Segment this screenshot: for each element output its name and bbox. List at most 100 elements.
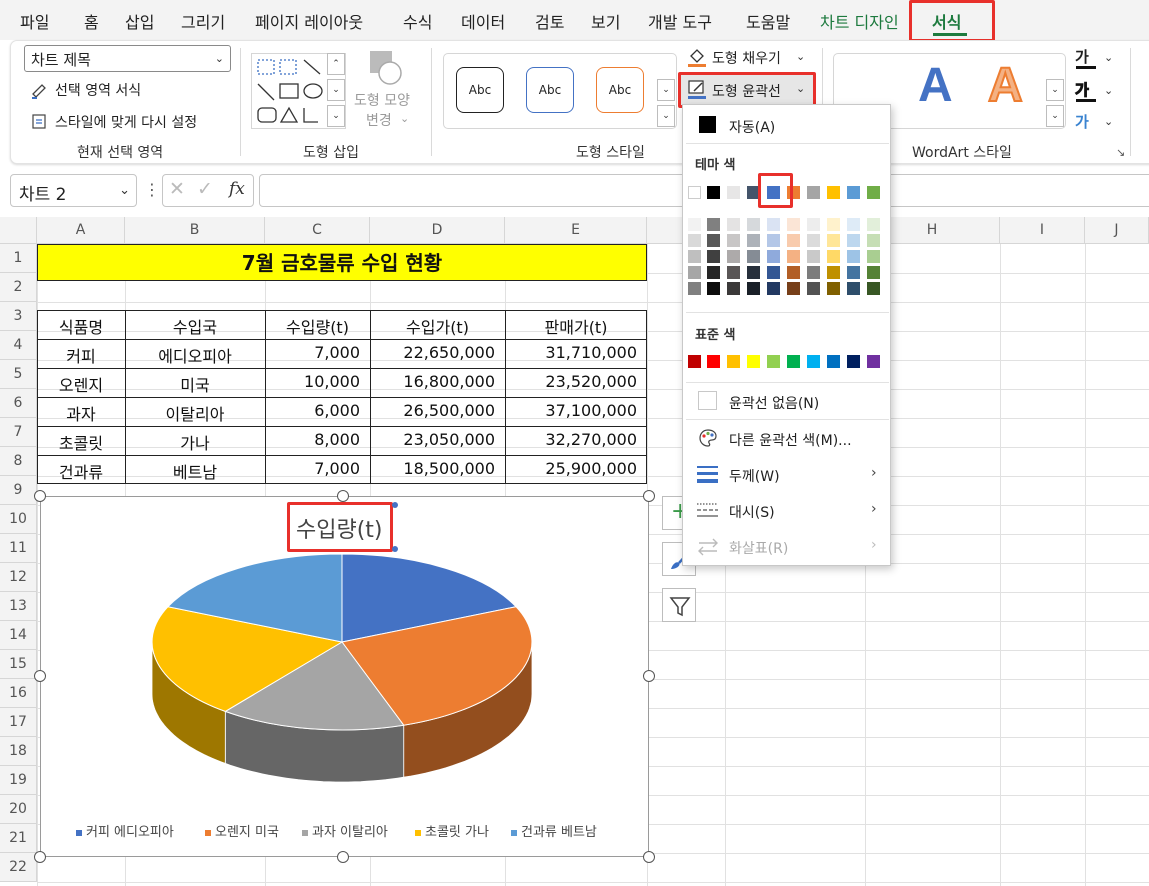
tab-insert[interactable]: 삽입 (125, 9, 154, 33)
resize-handle[interactable] (337, 851, 349, 863)
theme-shade-swatch[interactable] (867, 250, 880, 263)
column-header[interactable]: I (1000, 217, 1085, 244)
theme-shade-swatch[interactable] (767, 282, 780, 295)
legend-entry[interactable]: 커피 에디오피아 (76, 821, 174, 840)
theme-shade-swatch[interactable] (867, 234, 880, 247)
wordart-option-3[interactable]: A (987, 61, 1024, 111)
column-header[interactable]: J (1085, 217, 1149, 244)
name-box[interactable]: 차트 2 ⌄ (10, 174, 137, 207)
row-header[interactable]: 1 (0, 244, 37, 273)
resize-handle[interactable] (34, 851, 46, 863)
shape-styles-gallery[interactable]: Abc Abc Abc ⌄ ⌄ (443, 53, 677, 129)
theme-shade-swatch[interactable] (787, 234, 800, 247)
tab-chart-design[interactable]: 차트 디자인 (820, 9, 899, 33)
theme-shade-swatch[interactable] (827, 266, 840, 279)
row-header[interactable]: 22 (0, 853, 37, 882)
standard-color-swatch[interactable] (867, 355, 880, 368)
standard-color-swatch[interactable] (727, 355, 740, 368)
row-header[interactable]: 10 (0, 505, 37, 534)
gallery-scroll-down[interactable]: ⌄ (1046, 79, 1064, 101)
theme-shade-swatch[interactable] (688, 234, 701, 247)
tab-file[interactable]: 파일 (20, 9, 49, 33)
column-header[interactable]: E (505, 217, 647, 244)
select-all-corner[interactable] (0, 217, 37, 244)
format-selection-button[interactable]: 선택 영역 서식 (55, 80, 141, 100)
theme-shade-swatch[interactable] (847, 250, 860, 263)
theme-shade-swatch[interactable] (787, 282, 800, 295)
text-outline-button[interactable]: 가 (1075, 79, 1099, 102)
gallery-scroll-up[interactable]: ⌃ (327, 53, 345, 75)
resize-handle[interactable] (643, 490, 655, 502)
tab-home[interactable]: 홈 (84, 9, 99, 33)
theme-shade-swatch[interactable] (727, 234, 740, 247)
theme-shade-swatch[interactable] (727, 282, 740, 295)
theme-shade-swatch[interactable] (747, 266, 760, 279)
row-header[interactable]: 11 (0, 534, 37, 563)
theme-shade-swatch[interactable] (688, 282, 701, 295)
row-header[interactable]: 17 (0, 708, 37, 737)
theme-shade-swatch[interactable] (827, 282, 840, 295)
sheet-title-cell[interactable]: 7월 금호물류 수입 현황 (37, 244, 647, 281)
row-header[interactable]: 12 (0, 563, 37, 592)
row-header[interactable]: 15 (0, 650, 37, 679)
row-header[interactable]: 8 (0, 447, 37, 476)
chart-filters-button[interactable] (662, 588, 696, 622)
theme-shade-swatch[interactable] (747, 250, 760, 263)
text-effects-button[interactable]: 가 (1075, 111, 1099, 133)
theme-shade-swatch[interactable] (747, 218, 760, 231)
dialog-launcher-icon[interactable]: ↘ (1116, 146, 1125, 159)
menu-item-dashes[interactable]: 대시(S) (729, 502, 775, 522)
theme-color-swatch[interactable] (807, 186, 820, 199)
row-header[interactable]: 6 (0, 389, 37, 418)
row-header[interactable]: 13 (0, 592, 37, 621)
row-header[interactable]: 9 (0, 476, 37, 505)
tab-page-layout[interactable]: 페이지 레이아웃 (255, 9, 363, 33)
theme-shade-swatch[interactable] (767, 218, 780, 231)
theme-shade-swatch[interactable] (827, 234, 840, 247)
column-header[interactable]: A (37, 217, 125, 244)
theme-shade-swatch[interactable] (707, 282, 720, 295)
legend-entry[interactable]: 과자 이탈리아 (302, 821, 388, 840)
tab-developer[interactable]: 개발 도구 (648, 9, 712, 33)
menu-item-no-outline[interactable]: 윤곽선 없음(N) (729, 393, 819, 413)
theme-shade-swatch[interactable] (767, 234, 780, 247)
theme-shade-swatch[interactable] (807, 250, 820, 263)
legend-entry[interactable]: 오렌지 미국 (205, 821, 279, 840)
resize-handle[interactable] (34, 670, 46, 682)
row-header[interactable]: 16 (0, 679, 37, 708)
reset-to-match-style-button[interactable]: 스타일에 맞게 다시 설정 (55, 112, 197, 132)
gallery-more[interactable]: ⌄ (657, 105, 675, 127)
theme-color-swatch[interactable] (707, 186, 720, 199)
change-shape-button[interactable]: 도형 모양 (354, 90, 410, 110)
theme-shade-swatch[interactable] (787, 250, 800, 263)
tab-draw[interactable]: 그리기 (181, 9, 225, 33)
row-header[interactable]: 3 (0, 302, 37, 331)
row-header[interactable]: 5 (0, 360, 37, 389)
row-header[interactable]: 19 (0, 766, 37, 795)
shapes-gallery[interactable]: ⌃ ⌄ ⌄ (251, 53, 346, 129)
enter-icon[interactable]: ✓ (197, 178, 213, 200)
theme-shade-swatch[interactable] (767, 250, 780, 263)
resize-handle[interactable] (337, 490, 349, 502)
insert-function-icon[interactable]: fx (229, 179, 245, 199)
standard-color-swatch[interactable] (787, 355, 800, 368)
row-header[interactable]: 7 (0, 418, 37, 447)
theme-shade-swatch[interactable] (827, 218, 840, 231)
theme-shade-swatch[interactable] (688, 250, 701, 263)
theme-shade-swatch[interactable] (727, 266, 740, 279)
row-header[interactable]: 4 (0, 331, 37, 360)
theme-color-swatch[interactable] (867, 186, 880, 199)
column-header[interactable]: B (125, 217, 265, 244)
more-options-icon[interactable]: ⋮ (144, 180, 160, 199)
resize-handle[interactable] (34, 490, 46, 502)
theme-shade-swatch[interactable] (867, 282, 880, 295)
theme-shade-swatch[interactable] (787, 218, 800, 231)
theme-shade-swatch[interactable] (747, 282, 760, 295)
menu-item-more-colors[interactable]: 다른 윤곽선 색(M)... (729, 430, 852, 450)
resize-handle[interactable] (643, 670, 655, 682)
cancel-icon[interactable]: ✕ (169, 178, 185, 200)
row-header[interactable]: 20 (0, 795, 37, 824)
standard-color-swatch[interactable] (707, 355, 720, 368)
shape-style-option-3[interactable]: Abc (596, 67, 644, 113)
theme-shade-swatch[interactable] (688, 266, 701, 279)
